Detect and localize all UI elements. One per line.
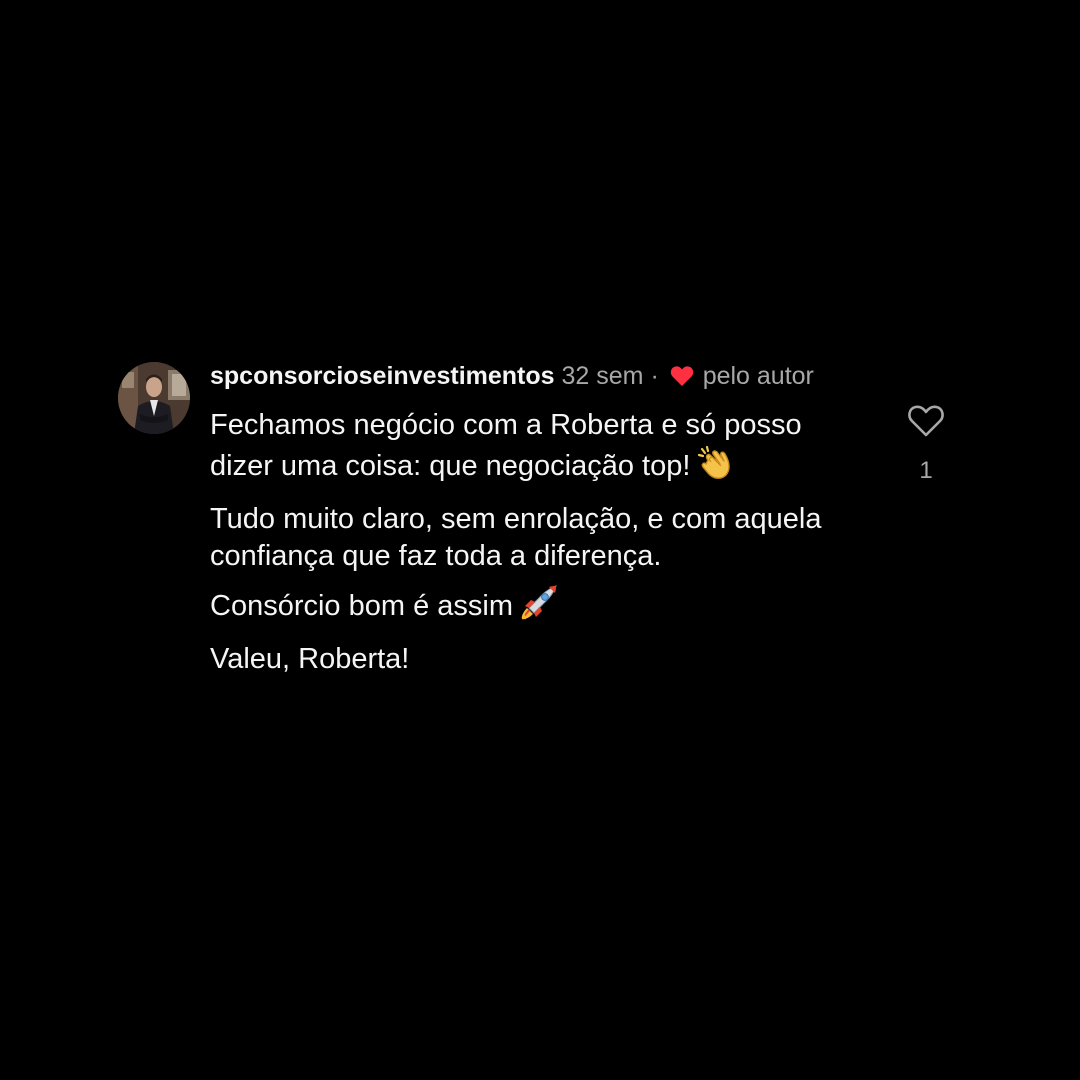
avatar-image [118,362,190,434]
comment-paragraph: Consórcio bom é assim [210,584,860,632]
like-column: 1 [904,404,948,485]
comment-paragraph: Tudo muito claro, sem enrolação, e com a… [210,503,822,572]
liked-by-author-label: pelo autor [702,362,814,390]
like-count: 1 [919,457,933,484]
comment-text: Fechamos negócio com a Roberta e só poss… [210,407,860,678]
avatar[interactable] [118,362,190,434]
separator-dot: · [650,362,659,390]
heart-filled-icon [670,363,694,395]
clapping-hands-emoji [696,444,734,492]
heart-outline-icon[interactable] [904,404,948,443]
timestamp[interactable]: 32 sem [562,362,644,390]
comment-paragraph: Valeu, Roberta! [210,643,410,675]
username-link[interactable]: spconsorcioseinvestimentos [210,362,555,390]
comment-content: spconsorcioseinvestimentos 32 sem · pelo… [210,360,860,687]
comment-paragraph: Fechamos negócio com a Roberta e só poss… [210,407,860,492]
comment-header: spconsorcioseinvestimentos 32 sem · pelo… [210,360,860,395]
rocket-emoji [519,584,559,632]
